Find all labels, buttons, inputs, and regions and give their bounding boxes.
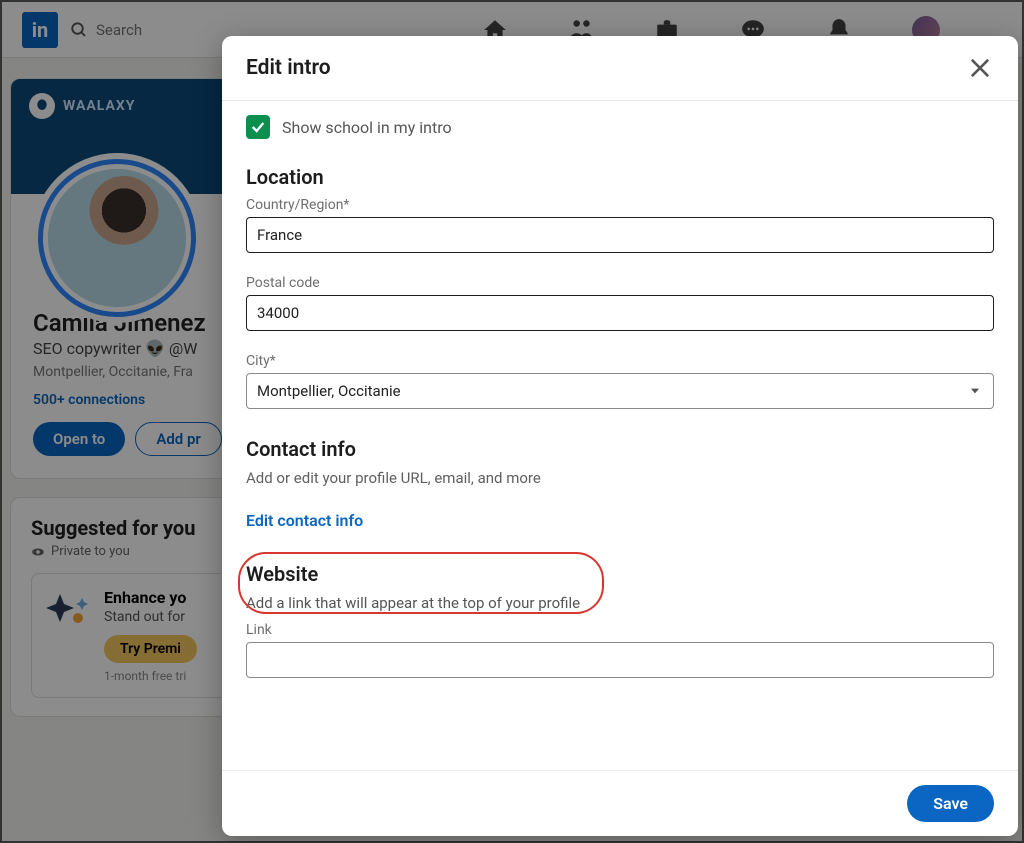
city-label: City*: [246, 353, 994, 369]
country-label: Country/Region*: [246, 197, 994, 213]
link-label: Link: [246, 622, 994, 638]
show-school-checkbox[interactable]: [246, 115, 270, 139]
modal-header: Edit intro: [222, 36, 1018, 101]
modal-title: Edit intro: [246, 56, 331, 80]
website-subtext: Add a link that will appear at the top o…: [246, 594, 994, 612]
edit-contact-link[interactable]: Edit contact info: [246, 511, 363, 530]
postal-label: Postal code: [246, 275, 994, 291]
save-button[interactable]: Save: [907, 785, 994, 822]
contact-heading: Contact info: [246, 437, 994, 461]
city-select[interactable]: [246, 373, 994, 409]
show-school-row[interactable]: Show school in my intro: [246, 115, 994, 139]
contact-subtext: Add or edit your profile URL, email, and…: [246, 469, 994, 487]
modal-footer: Save: [222, 770, 1018, 836]
website-heading: Website: [246, 562, 994, 586]
edit-intro-modal: Edit intro Show school in my intro Locat…: [222, 36, 1018, 836]
location-heading: Location: [246, 165, 994, 189]
check-icon: [250, 119, 266, 135]
close-icon[interactable]: [966, 54, 994, 82]
show-school-label: Show school in my intro: [282, 118, 452, 137]
link-input[interactable]: [246, 642, 994, 678]
modal-body[interactable]: Show school in my intro Location Country…: [222, 101, 1018, 770]
country-input[interactable]: [246, 217, 994, 253]
postal-input[interactable]: [246, 295, 994, 331]
